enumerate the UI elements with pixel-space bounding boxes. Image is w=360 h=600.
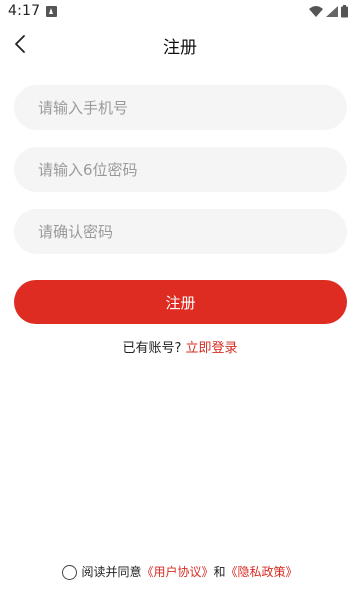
battery-icon (341, 5, 348, 18)
agreement-conjunction: 和 (213, 565, 226, 579)
status-bar: 4:17 (0, 0, 360, 24)
agreement-prefix: 阅读并同意 (81, 565, 142, 579)
wifi-icon (309, 6, 323, 17)
privacy-policy-link[interactable]: 《隐私政策》 (226, 565, 298, 579)
password-field (14, 147, 347, 192)
password-input[interactable] (38, 147, 323, 192)
confirm-password-input[interactable] (38, 209, 323, 254)
login-prompt-text: 已有账号? (122, 341, 182, 356)
login-link[interactable]: 立即登录 (186, 341, 238, 356)
app-notification-icon (46, 6, 57, 17)
register-button[interactable]: 注册 (14, 280, 347, 324)
phone-field (14, 85, 347, 130)
confirm-password-field (14, 209, 347, 254)
status-time: 4:17 (8, 3, 41, 19)
status-icons (308, 4, 354, 20)
agreement-row: 阅读并同意《用户协议》和《隐私政策》 (0, 563, 360, 580)
header: 注册 (0, 24, 360, 64)
phone-input[interactable] (38, 85, 323, 130)
signal-icon (326, 6, 338, 17)
agreement-checkbox[interactable] (62, 565, 78, 580)
page-title: 注册 (163, 38, 197, 58)
user-agreement-link[interactable]: 《用户协议》 (141, 565, 213, 579)
login-prompt: 已有账号? 立即登录 (0, 337, 360, 356)
